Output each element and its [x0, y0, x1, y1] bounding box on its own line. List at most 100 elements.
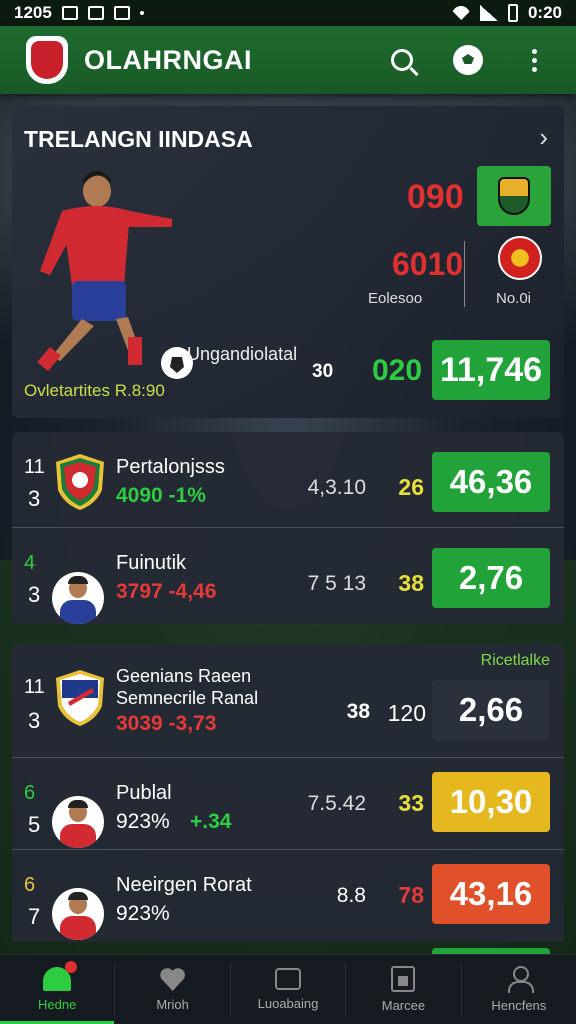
row-stat-1: 8.8	[336, 884, 366, 907]
row-number-b: 5	[28, 812, 41, 837]
home-icon	[43, 961, 78, 991]
row-stat-1: 7 5 13	[307, 572, 366, 595]
team-name: Pertalonjsss	[116, 456, 225, 478]
odd-button[interactable]: 2,76	[432, 548, 550, 608]
team-badge-button[interactable]	[477, 166, 551, 226]
team-stat: 4090 -1%	[116, 484, 206, 507]
row-stat-2: 38	[398, 570, 424, 596]
nav-profile[interactable]: Hencfens	[462, 955, 576, 1024]
row-number-a: 11	[24, 456, 45, 478]
shield-icon	[31, 41, 63, 79]
hero-mid-value: 020	[372, 354, 423, 387]
app-title: OLAHRNGAI	[84, 44, 252, 75]
football-button[interactable]	[444, 36, 492, 84]
nav-scores[interactable]: Marcee	[346, 955, 460, 1024]
team-stat-change: +.34	[190, 810, 232, 833]
match-row[interactable]: 6 7 Neeirgen Rorat 923% 8.8 78 43,16	[12, 850, 564, 942]
hero-label-left: Eolesoo	[368, 290, 423, 307]
image-icon	[61, 6, 78, 20]
featured-title: TRELANGN IINDASA	[24, 126, 253, 152]
team-name: Neeirgen Rorat	[116, 874, 252, 896]
hero-odd-button[interactable]: 11,746	[432, 340, 550, 400]
flag-icon	[87, 6, 104, 20]
player-avatar	[52, 864, 108, 940]
row-number-b: 7	[28, 904, 41, 929]
chevron-right-icon[interactable]: ›	[539, 122, 548, 153]
player-name: Ungandiolatal	[187, 344, 298, 364]
nav-match[interactable]: Mrioh	[115, 955, 229, 1024]
league-label: Ovletartites R.8:90	[24, 381, 165, 400]
match-row[interactable]: 4 3 Fuinutik 3797 -4,46 7 5 13 38 2,76	[12, 528, 564, 624]
odd-button[interactable]: 43,16	[432, 864, 550, 924]
match-list-group-1: 11 3 Pertalonjsss 4090 -1% 4,3.10 26 46,…	[12, 432, 564, 624]
odd-button[interactable]: 46,36	[432, 452, 550, 512]
team-stat: 923%	[116, 902, 170, 925]
search-button[interactable]	[378, 36, 426, 84]
nav-label: Hedne	[38, 997, 77, 1012]
row-number-b: 3	[28, 708, 41, 733]
row-stat-2: 120	[387, 700, 426, 726]
app-logo[interactable]	[26, 36, 68, 84]
match-list-group-2: Ricetlalke 11 3 Geenians Raeen Semnecril…	[12, 644, 564, 942]
more-vertical-icon	[531, 48, 537, 72]
team-name-secondary: Semnecrile Ranal	[116, 688, 259, 708]
user-icon	[507, 966, 534, 993]
team-crest-icon	[498, 177, 530, 215]
team-stat: 3039 -3,73	[116, 712, 217, 735]
signal-icon	[479, 5, 498, 21]
row-number-b: 3	[28, 486, 41, 511]
team-stat: 923%	[116, 810, 170, 833]
more-options-button[interactable]	[510, 36, 558, 84]
nav-label: Luoabaing	[257, 996, 319, 1011]
row-stat-2: 33	[398, 790, 424, 816]
row-stat-2: 78	[398, 882, 424, 908]
status-left-text: 1205	[14, 3, 52, 22]
bottom-navigation: Hedne Mrioh Luoabaing Marcee Hencfens	[0, 954, 576, 1024]
row-stat-1: 38	[346, 700, 370, 723]
featured-match-card[interactable]: TRELANGN IINDASA › Ungandiolatal Ovletar…	[12, 106, 564, 418]
player-illustration	[37, 171, 193, 379]
row-number-a: 11	[24, 676, 45, 698]
row-stat-1: 7.5.42	[307, 792, 366, 815]
team-crest-icon-2	[498, 236, 542, 280]
divider	[464, 241, 465, 307]
hero-odd-second: 6010	[392, 246, 464, 282]
nav-label: Mrioh	[156, 997, 189, 1012]
hero-label-right: No.0i	[496, 290, 532, 307]
notification-icon	[113, 6, 130, 20]
calendar-icon	[391, 966, 416, 992]
row-stat-2: 26	[398, 474, 424, 500]
player-avatar	[52, 772, 108, 848]
dot-icon	[139, 11, 144, 15]
match-row[interactable]: 6 5 Publal 923% +.34 7.5.42 33 10,30	[12, 758, 564, 850]
match-row[interactable]: Ricetlalke 11 3 Geenians Raeen Semnecril…	[12, 644, 564, 758]
row-stat-1: 4,3.10	[307, 476, 366, 499]
team-crest-icon	[56, 670, 104, 726]
odd-button[interactable]: 10,30	[432, 772, 550, 832]
live-tag: Ricetlalke	[480, 652, 550, 669]
odd-button[interactable]: 2,66	[432, 680, 550, 740]
row-number-a: 4	[24, 552, 36, 574]
team-crest-icon	[56, 454, 104, 510]
search-icon	[391, 49, 413, 71]
team-stat: 3797 -4,46	[116, 580, 217, 603]
nav-live[interactable]: Luoabaing	[231, 955, 345, 1024]
wifi-icon	[451, 6, 470, 20]
battery-icon	[507, 4, 518, 22]
match-row[interactable]: 11 3 Pertalonjsss 4090 -1% 4,3.10 26 46,…	[12, 432, 564, 528]
football-icon	[453, 45, 483, 75]
heart-icon	[160, 967, 186, 991]
hero-small-value: 30	[312, 361, 334, 382]
team-name: Fuinutik	[116, 552, 187, 574]
app-header: OLAHRNGAI	[0, 26, 576, 94]
row-number-a: 6	[24, 874, 36, 896]
tv-icon	[275, 968, 302, 990]
nav-label: Hencfens	[491, 998, 547, 1013]
nav-label: Marcee	[381, 998, 426, 1013]
player-avatar	[52, 548, 108, 624]
status-time: 0:20	[527, 3, 562, 22]
nav-home[interactable]: Hedne	[0, 955, 115, 1024]
row-number-a: 6	[24, 782, 36, 804]
team-name: Geenians Raeen	[116, 666, 252, 686]
status-bar: 1205 0:20	[0, 0, 576, 26]
